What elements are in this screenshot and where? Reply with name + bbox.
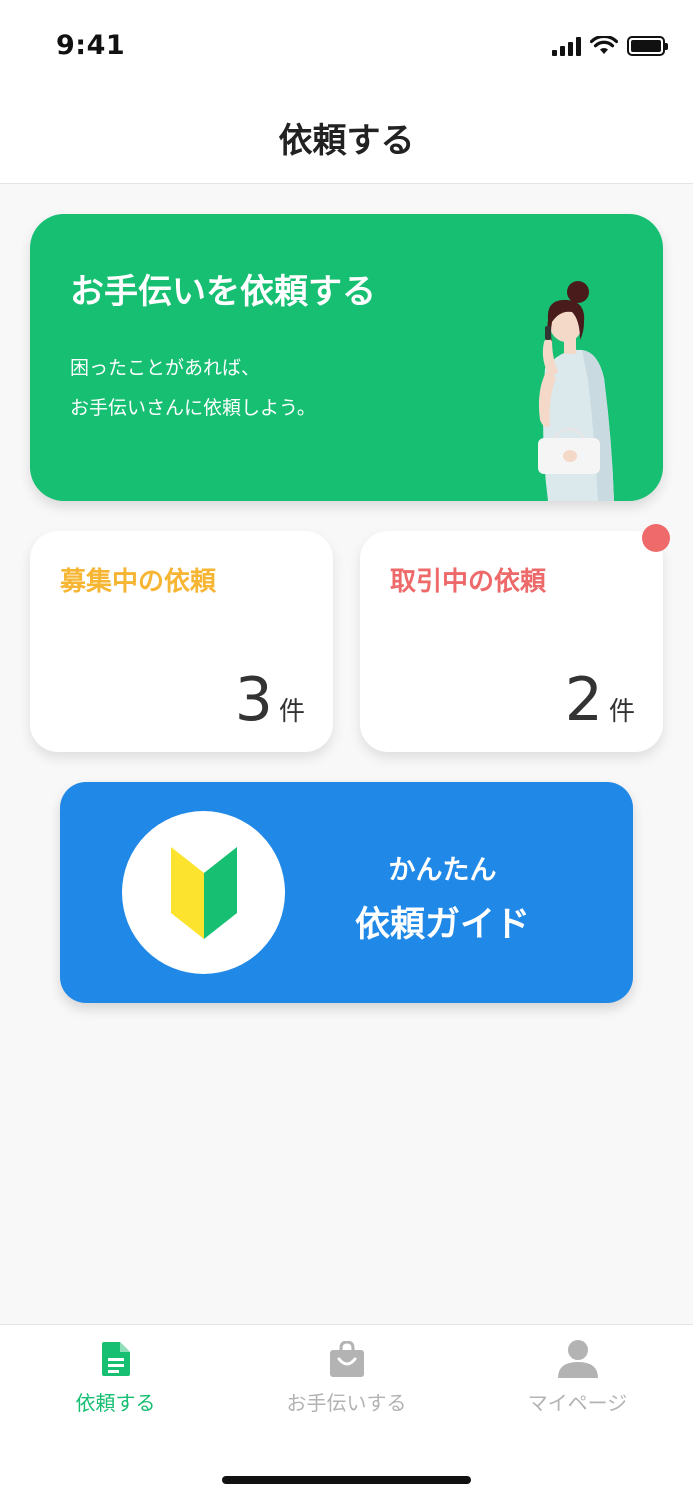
request-help-description: 困ったことがあれば、 お手伝いさんに依頼しよう。 bbox=[70, 348, 316, 428]
person-icon bbox=[557, 1339, 598, 1379]
status-bar: 9:41 bbox=[0, 0, 693, 96]
request-guide-button[interactable]: かんたん 依頼ガイド bbox=[60, 782, 633, 1003]
recruiting-requests-label: 募集中の依頼 bbox=[60, 567, 217, 597]
tab-request[interactable]: 依頼する bbox=[0, 1339, 231, 1419]
document-icon bbox=[96, 1339, 136, 1379]
guide-title: 依頼ガイド bbox=[354, 905, 530, 945]
status-time: 9:41 bbox=[56, 30, 126, 61]
navigation-bar: 依頼する bbox=[0, 96, 693, 184]
guide-icon-circle bbox=[122, 811, 285, 974]
guide-subtitle: かんたん bbox=[388, 855, 497, 886]
home-indicator[interactable] bbox=[222, 1476, 471, 1484]
request-help-title: お手伝いを依頼する bbox=[70, 272, 376, 312]
battery-icon bbox=[627, 36, 668, 56]
trading-requests-count: 2 bbox=[564, 665, 603, 735]
recruiting-requests-unit: 件 bbox=[278, 697, 305, 727]
tab-help[interactable]: お手伝いする bbox=[231, 1339, 462, 1419]
page-title: 依頼する bbox=[278, 121, 415, 161]
beginner-mark-icon bbox=[170, 846, 237, 939]
trading-requests-unit: 件 bbox=[608, 697, 635, 727]
wifi-icon bbox=[590, 36, 618, 54]
tab-bar: 依頼する お手伝いする マイページ bbox=[0, 1324, 693, 1500]
recruiting-requests-count: 3 bbox=[234, 665, 273, 735]
request-help-card[interactable]: お手伝いを依頼する 困ったことがあれば、 お手伝いさんに依頼しよう。 bbox=[30, 214, 663, 501]
shopping-bag-icon bbox=[327, 1339, 367, 1379]
request-help-description-line-1: 困ったことがあれば、 bbox=[70, 357, 261, 379]
tab-help-label: お手伝いする bbox=[286, 1391, 407, 1415]
notification-badge bbox=[642, 524, 670, 552]
trading-requests-count-group: 2 件 bbox=[565, 670, 635, 730]
status-icons bbox=[552, 36, 668, 56]
woman-on-phone-illustration bbox=[538, 281, 614, 501]
recruiting-requests-count-group: 3 件 bbox=[235, 670, 305, 730]
recruiting-requests-card[interactable]: 募集中の依頼 3 件 bbox=[30, 531, 333, 752]
request-help-description-line-2: お手伝いさんに依頼しよう。 bbox=[70, 397, 316, 419]
cellular-signal-icon bbox=[552, 36, 581, 56]
tab-request-label: 依頼する bbox=[75, 1391, 156, 1415]
tab-mypage-label: マイページ bbox=[527, 1391, 628, 1415]
trading-requests-card[interactable]: 取引中の依頼 2 件 bbox=[360, 524, 670, 752]
trading-requests-label: 取引中の依頼 bbox=[390, 567, 547, 597]
tab-mypage[interactable]: マイページ bbox=[462, 1339, 693, 1419]
